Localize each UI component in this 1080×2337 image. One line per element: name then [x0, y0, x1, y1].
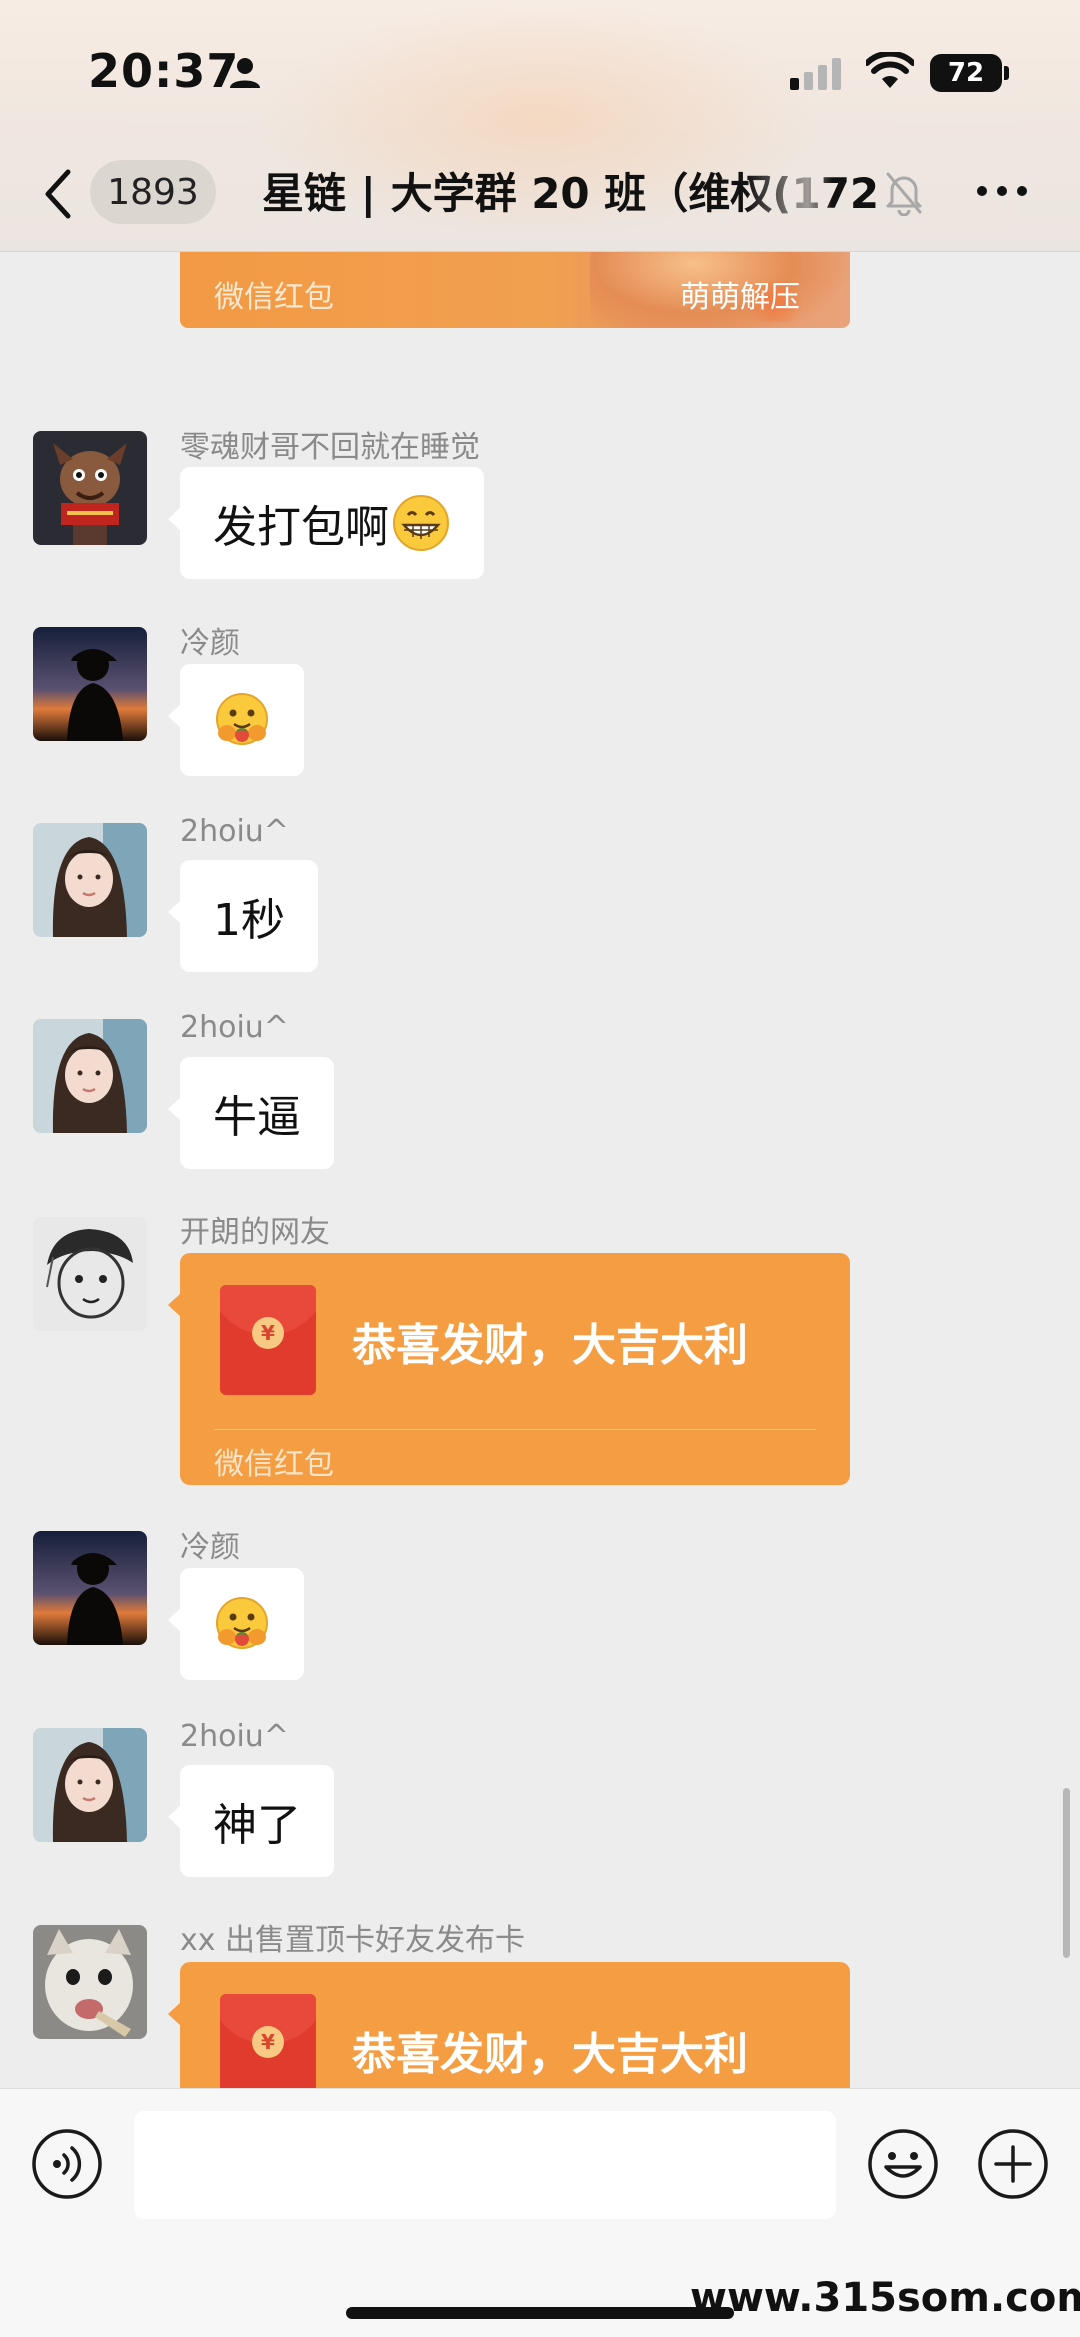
battery-indicator: 72: [930, 54, 1002, 92]
sender-name: xx 出售置顶卡好友发布卡: [180, 1923, 526, 1958]
message-text: 发打包啊: [213, 502, 389, 553]
sender-name: 零魂财哥不回就在睡觉: [180, 430, 480, 465]
sender-name: 冷颜: [180, 1530, 240, 1565]
top-area: 20:37 72 1893 星链 | 大学群 20 班（维权(172): [0, 0, 1080, 252]
red-packet-card[interactable]: ¥ 恭喜发财，大吉大利 微信红包: [168, 1253, 850, 1485]
message-bubble[interactable]: [168, 664, 304, 776]
red-envelope-icon: ¥: [220, 1285, 316, 1395]
watermark: www.315som.com: [690, 2275, 1080, 2321]
red-packet-card-partial[interactable]: 微信红包 萌萌解压: [180, 252, 850, 328]
avatar[interactable]: [33, 1217, 147, 1331]
person-icon: [230, 58, 260, 88]
chat-message-list[interactable]: 微信红包 萌萌解压 零魂财哥不回就在睡觉 发打包啊 冷颜 2hoiu^ 1秒 2…: [0, 252, 1080, 2088]
avatar[interactable]: [33, 627, 147, 741]
cellular-signal-icon: [790, 58, 841, 90]
red-packet-coin: ¥: [252, 1317, 284, 1349]
muted-bell-icon: [886, 172, 922, 216]
red-packet-label: 微信红包: [214, 1447, 334, 1482]
message-bubble[interactable]: [168, 1568, 304, 1680]
red-packet-divider: [214, 1429, 816, 1430]
nav-bar: 1893 星链 | 大学群 20 班（维权(172): [0, 140, 1080, 252]
message-bubble[interactable]: 牛逼: [168, 1057, 334, 1169]
avatar[interactable]: [33, 823, 147, 937]
sender-name: 2hoiu^: [180, 1010, 289, 1045]
chat-title: 星链 | 大学群 20 班（维权(172): [262, 169, 882, 218]
scrollbar[interactable]: [1063, 1788, 1070, 1958]
sender-name: 2hoiu^: [180, 814, 289, 849]
status-time: 20:37: [88, 44, 240, 98]
message-bubble[interactable]: 1秒: [168, 860, 318, 972]
message-text: 1秒: [213, 895, 285, 946]
emoji-icon[interactable]: [866, 2127, 940, 2201]
wifi-icon: [866, 52, 914, 88]
grinning-face-emoji-icon: [393, 495, 449, 551]
red-packet-label: 微信红包: [214, 280, 334, 315]
home-indicator: [346, 2307, 734, 2319]
red-packet-cover-text: 萌萌解压: [680, 280, 800, 315]
status-bar: 20:37 72: [0, 0, 1080, 140]
more-options-icon[interactable]: [974, 182, 1030, 200]
avatar[interactable]: [33, 1728, 147, 1842]
message-input[interactable]: [134, 2111, 836, 2219]
avatar[interactable]: [33, 1531, 147, 1645]
avatar[interactable]: [33, 1925, 147, 2039]
hugging-face-emoji-icon: [216, 693, 268, 745]
back-chevron-icon[interactable]: [38, 164, 78, 224]
battery-tip: [1004, 66, 1009, 80]
red-packet-greeting: 恭喜发财，大吉大利: [352, 2029, 748, 2080]
avatar[interactable]: [33, 1019, 147, 1133]
message-bubble[interactable]: 神了: [168, 1765, 334, 1877]
hugging-face-emoji-icon: [216, 1597, 268, 1649]
avatar[interactable]: [33, 431, 147, 545]
red-packet-card[interactable]: ¥ 恭喜发财，大吉大利: [168, 1962, 850, 2088]
message-bubble[interactable]: 发打包啊: [168, 467, 484, 579]
sender-name: 开朗的网友: [180, 1215, 330, 1250]
unread-count-badge[interactable]: 1893: [90, 160, 216, 224]
sender-name: 冷颜: [180, 626, 240, 661]
red-envelope-icon: ¥: [220, 1994, 316, 2088]
message-text: 神了: [213, 1800, 301, 1851]
voice-input-icon[interactable]: [30, 2127, 104, 2201]
red-packet-greeting: 恭喜发财，大吉大利: [352, 1320, 748, 1371]
sender-name: 2hoiu^: [180, 1719, 289, 1754]
more-functions-plus-icon[interactable]: [976, 2127, 1050, 2201]
message-text: 牛逼: [213, 1092, 301, 1143]
red-packet-coin: ¥: [252, 2026, 284, 2058]
input-bar: www.315som.com: [0, 2088, 1080, 2337]
